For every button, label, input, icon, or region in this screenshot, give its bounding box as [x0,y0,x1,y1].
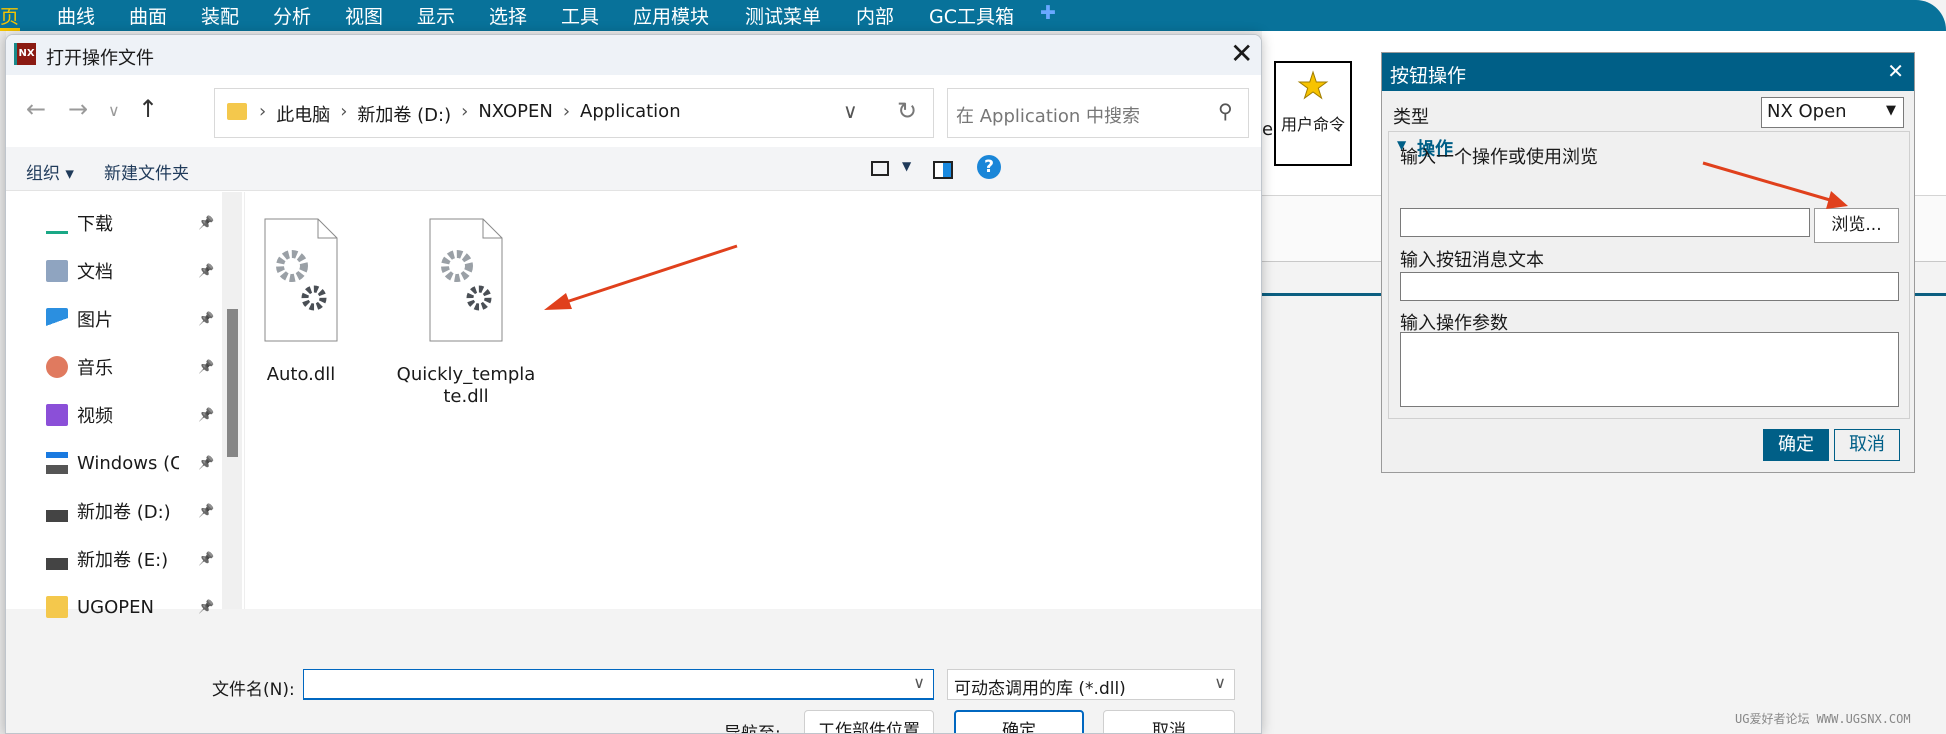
watermark: UG爱好者论坛 WWW.UGSNX.COM [1735,712,1911,726]
red-arrow-icon [544,244,738,310]
annotation-arrows [544,161,1848,310]
red-arrow-icon [1702,161,1848,209]
